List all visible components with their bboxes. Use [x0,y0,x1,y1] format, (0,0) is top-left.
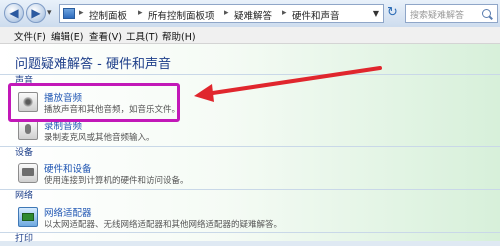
breadcrumb-separator[interactable]: ▸ [282,8,287,18]
highlight-box [8,83,180,122]
forward-arrow-icon[interactable]: ▶ [26,3,46,23]
search-placeholder: 搜索疑难解答 [410,11,465,21]
item-description: 使用连接到计算机的硬件和访问设备。 [44,176,189,186]
microphone-icon [18,120,38,140]
control-panel-icon [63,8,75,19]
breadcrumb-separator[interactable]: ▸ [224,8,229,18]
address-dropdown-icon[interactable]: ▼ [373,9,379,18]
search-input[interactable]: 搜索疑难解答 [405,4,498,23]
troubleshooter-network-adapter[interactable]: 网络适配器 以太网适配器、无线网络适配器和其他网络适配器的疑难解答。 [18,205,458,231]
menu-edit[interactable]: 编辑(E) [51,29,83,43]
menu-tools[interactable]: 工具(T) [126,29,158,43]
network-adapter-icon [18,207,38,227]
item-description: 以太网适配器、无线网络适配器和其他网络适配器的疑难解答。 [44,220,283,230]
hardware-device-icon [18,163,38,183]
navigation-bar: ◀ ▶ ▾ ▸ 控制面板 ▸ 所有控制面板项 ▸ 疑难解答 ▸ 硬件和声音 ▼ … [0,0,500,27]
item-description: 录制麦克风或其他音频输入。 [44,133,155,143]
recent-pages-dropdown-icon[interactable]: ▾ [47,8,52,18]
menu-view[interactable]: 查看(V) [89,29,122,43]
section-heading-network: 网络 [0,189,500,203]
breadcrumb-all-items[interactable]: 所有控制面板项 [148,8,215,22]
refresh-icon[interactable]: ↻ [387,6,398,20]
address-bar[interactable]: ▸ 控制面板 ▸ 所有控制面板项 ▸ 疑难解答 ▸ 硬件和声音 ▼ [59,4,384,23]
search-icon[interactable] [482,9,491,18]
item-title[interactable]: 硬件和设备 [44,161,92,175]
page-title: 问题疑难解答 - 硬件和声音 [15,57,171,72]
red-arrow-annotation [194,66,382,102]
breadcrumb-separator[interactable]: ▸ [138,8,143,18]
menu-file[interactable]: 文件(F) [14,29,46,43]
troubleshooter-hardware-devices[interactable]: 硬件和设备 使用连接到计算机的硬件和访问设备。 [18,161,458,187]
breadcrumb-troubleshooting[interactable]: 疑难解答 [234,8,272,22]
section-heading-devices: 设备 [0,146,500,160]
section-heading-print: 打印 [0,232,500,246]
breadcrumb-control-panel[interactable]: 控制面板 [89,8,127,22]
back-arrow-icon[interactable]: ◀ [4,3,24,23]
item-title[interactable]: 网络适配器 [44,205,92,219]
menu-bar: 文件(F) 编辑(E) 查看(V) 工具(T) 帮助(H) [0,27,500,44]
menu-help[interactable]: 帮助(H) [162,29,196,43]
breadcrumb-hardware-sound[interactable]: 硬件和声音 [292,8,340,22]
breadcrumb-separator[interactable]: ▸ [79,8,84,18]
